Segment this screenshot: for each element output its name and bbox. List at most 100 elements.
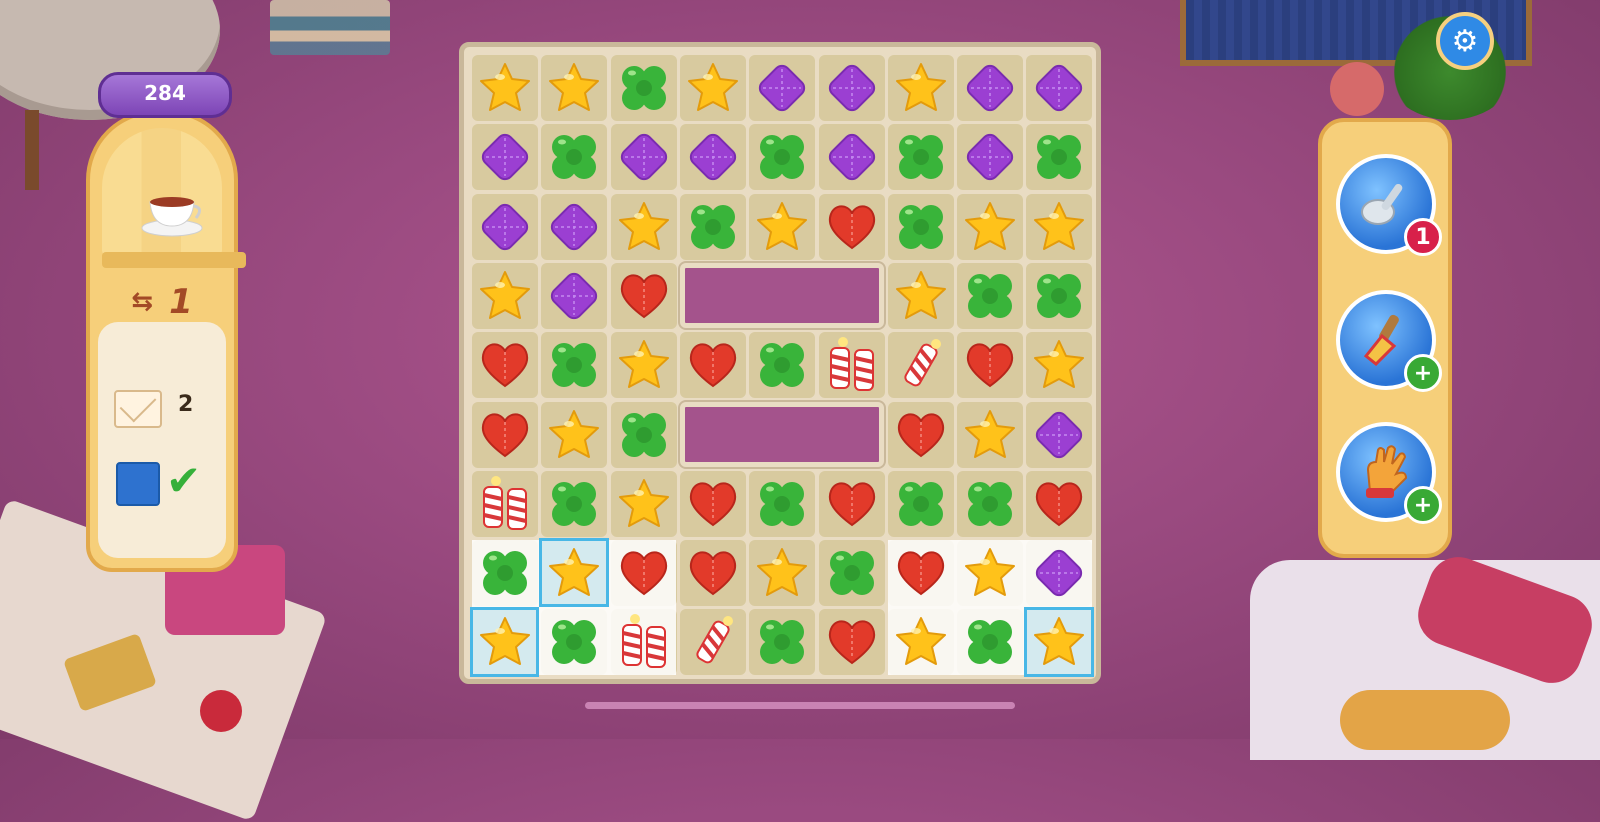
star-piece[interactable] — [684, 59, 742, 117]
paint-palette — [63, 632, 157, 713]
goal-envelope: 2 — [98, 385, 226, 436]
star-piece[interactable] — [892, 613, 950, 671]
star-piece[interactable] — [476, 613, 534, 671]
diamond-piece[interactable] — [753, 59, 811, 117]
star-piece[interactable] — [892, 59, 950, 117]
diamond-piece[interactable] — [1030, 59, 1088, 117]
clover-piece[interactable] — [961, 475, 1019, 533]
clover-piece[interactable] — [545, 613, 603, 671]
home-indicator[interactable] — [585, 702, 1015, 709]
clover-piece[interactable] — [1030, 267, 1088, 325]
clover-piece[interactable] — [753, 336, 811, 394]
star-piece[interactable] — [545, 544, 603, 602]
clover-piece[interactable] — [615, 406, 673, 464]
clover-piece[interactable] — [1030, 128, 1088, 186]
diamond-piece[interactable] — [823, 128, 881, 186]
yarn-ball — [1330, 62, 1384, 116]
star-piece[interactable] — [545, 59, 603, 117]
diamond-piece[interactable] — [961, 59, 1019, 117]
clover-piece[interactable] — [545, 336, 603, 394]
clover-piece[interactable] — [892, 475, 950, 533]
diamond-piece[interactable] — [1030, 544, 1088, 602]
shelf-ledge — [102, 252, 246, 268]
swap-arrows-icon: ⇆ — [131, 287, 154, 317]
settings-gear-icon[interactable]: ⚙ — [1436, 12, 1494, 70]
heart-piece[interactable] — [892, 406, 950, 464]
board-gap — [679, 401, 884, 467]
diamond-piece[interactable] — [545, 267, 603, 325]
clover-piece[interactable] — [476, 544, 534, 602]
diamond-piece[interactable] — [615, 128, 673, 186]
clover-piece[interactable] — [892, 128, 950, 186]
check-icon: ✔ — [166, 456, 202, 505]
star-piece[interactable] — [1030, 336, 1088, 394]
star-piece[interactable] — [753, 544, 811, 602]
goals-list: 2 ✔ — [98, 322, 226, 558]
heart-piece[interactable] — [476, 336, 534, 394]
clover-piece[interactable] — [545, 128, 603, 186]
star-piece[interactable] — [1030, 613, 1088, 671]
moves-counter: ⇆ 1 — [90, 282, 234, 322]
heart-piece[interactable] — [961, 336, 1019, 394]
cushion — [1340, 690, 1510, 750]
clover-piece[interactable] — [545, 475, 603, 533]
firecracker-double-piece[interactable] — [476, 475, 534, 533]
glove-add-badge[interactable]: + — [1404, 486, 1442, 524]
paintbrush-add-badge[interactable]: + — [1404, 354, 1442, 392]
level-score-badge: 284 — [98, 72, 232, 118]
star-piece[interactable] — [961, 406, 1019, 464]
heart-piece[interactable] — [684, 475, 742, 533]
star-piece[interactable] — [1030, 198, 1088, 256]
diamond-piece[interactable] — [684, 128, 742, 186]
star-piece[interactable] — [545, 406, 603, 464]
teacup-icon — [140, 188, 204, 238]
clover-piece[interactable] — [892, 198, 950, 256]
heart-piece[interactable] — [823, 198, 881, 256]
star-piece[interactable] — [615, 475, 673, 533]
heart-piece[interactable] — [823, 475, 881, 533]
heart-piece[interactable] — [684, 544, 742, 602]
star-piece[interactable] — [476, 59, 534, 117]
clover-piece[interactable] — [753, 613, 811, 671]
heart-piece[interactable] — [892, 544, 950, 602]
clover-piece[interactable] — [684, 198, 742, 256]
clover-piece[interactable] — [753, 475, 811, 533]
paintbrush-booster-button[interactable]: + — [1336, 290, 1442, 392]
diamond-piece[interactable] — [961, 128, 1019, 186]
envelope-icon — [114, 385, 162, 428]
firecracker-double-piece[interactable] — [615, 613, 673, 671]
heart-piece[interactable] — [615, 544, 673, 602]
clover-piece[interactable] — [753, 128, 811, 186]
diamond-piece[interactable] — [476, 198, 534, 256]
heart-piece[interactable] — [1030, 475, 1088, 533]
star-piece[interactable] — [753, 198, 811, 256]
diamond-piece[interactable] — [1030, 406, 1088, 464]
glove-booster-button[interactable]: + — [1336, 422, 1442, 524]
diamond-piece[interactable] — [823, 59, 881, 117]
diamond-piece[interactable] — [545, 198, 603, 256]
diamond-piece[interactable] — [476, 128, 534, 186]
firecracker-double-piece[interactable] — [823, 336, 881, 394]
clover-piece[interactable] — [961, 613, 1019, 671]
heart-piece[interactable] — [476, 406, 534, 464]
heart-piece[interactable] — [615, 267, 673, 325]
star-piece[interactable] — [961, 544, 1019, 602]
clover-piece[interactable] — [615, 59, 673, 117]
clover-piece[interactable] — [961, 267, 1019, 325]
star-piece[interactable] — [476, 267, 534, 325]
firecracker-piece[interactable] — [684, 613, 742, 671]
heart-piece[interactable] — [823, 613, 881, 671]
spoon-booster-button[interactable]: 1 — [1336, 154, 1442, 256]
star-piece[interactable] — [615, 336, 673, 394]
star-piece[interactable] — [892, 267, 950, 325]
goal-blue-tile: ✔ — [98, 456, 226, 512]
board-gap — [679, 262, 884, 329]
blue-tile-icon — [116, 462, 160, 506]
firecracker-piece[interactable] — [892, 336, 950, 394]
star-piece[interactable] — [615, 198, 673, 256]
star-piece[interactable] — [961, 198, 1019, 256]
goal-count: 2 — [178, 392, 194, 417]
heart-piece[interactable] — [684, 336, 742, 394]
book-stack — [270, 0, 390, 55]
clover-piece[interactable] — [823, 544, 881, 602]
